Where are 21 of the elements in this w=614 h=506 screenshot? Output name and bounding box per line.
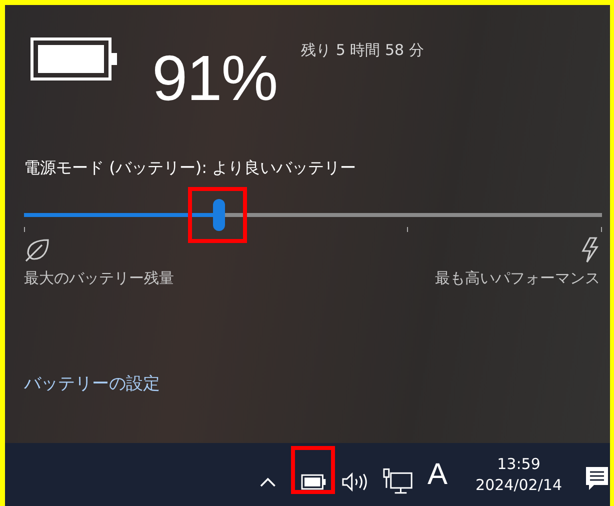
lightning-icon xyxy=(580,237,600,263)
power-mode-title: 電源モード (バッテリー): より良いバッテリー xyxy=(24,158,358,179)
clock-date: 2024/02/14 xyxy=(476,478,562,492)
battery-icon xyxy=(30,37,120,81)
max-label: 最も高いパフォーマンス xyxy=(435,269,600,288)
speaker-icon[interactable] xyxy=(340,470,370,492)
notification-icon[interactable] xyxy=(584,464,610,492)
power-mode-slider[interactable] xyxy=(24,197,602,233)
remaining-time: 残り 5 時間 58 分 xyxy=(301,41,424,60)
input-method-indicator[interactable]: A xyxy=(428,458,448,492)
highlight-frame xyxy=(188,187,247,243)
min-label: 最大のバッテリー残量 xyxy=(24,269,174,288)
network-icon[interactable] xyxy=(382,468,414,496)
chevron-up-icon[interactable] xyxy=(259,476,277,488)
leaf-icon xyxy=(24,237,52,263)
slider-thumb[interactable] xyxy=(212,199,225,231)
highlight-frame xyxy=(291,446,335,494)
clock-time: 13:59 xyxy=(497,456,540,472)
battery-icon[interactable] xyxy=(300,474,326,490)
battery-percentage: 91% xyxy=(152,46,278,110)
battery-settings-link[interactable]: バッテリーの設定 xyxy=(24,372,160,395)
